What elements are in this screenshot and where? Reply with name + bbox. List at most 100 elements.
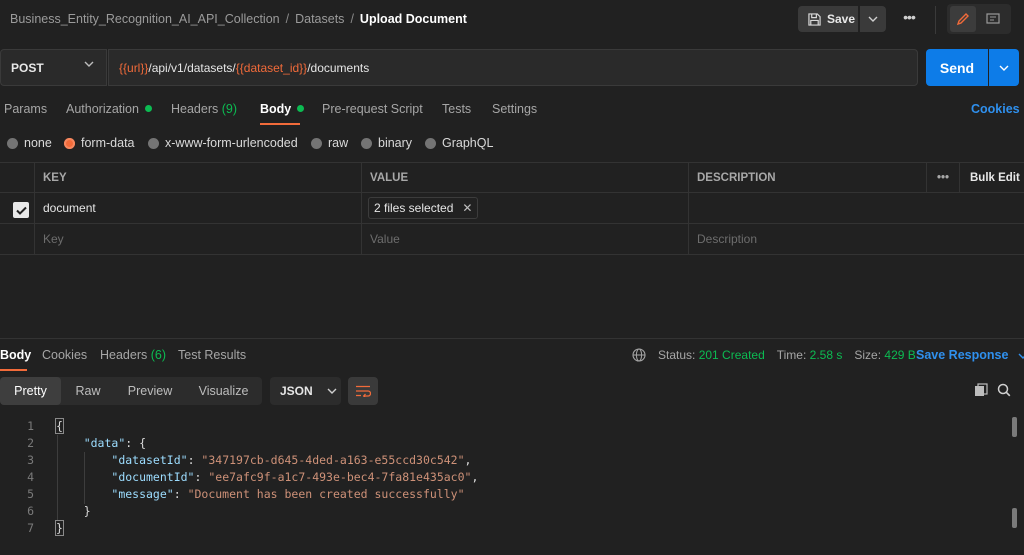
response-headers-count: (6) bbox=[150, 348, 167, 362]
tab-headers[interactable]: Headers (9) bbox=[171, 102, 237, 116]
selected-files-pill[interactable]: 2 files selected ✕ bbox=[368, 197, 479, 219]
key-cell[interactable]: document bbox=[34, 193, 361, 223]
url-input[interactable]: {{url}}/api/v1/datasets/{{dataset_id}}/d… bbox=[108, 49, 918, 86]
status-dot bbox=[144, 105, 152, 113]
wrap-lines-button[interactable] bbox=[348, 377, 378, 405]
breadcrumb: Business_Entity_Recognition_AI_API_Colle… bbox=[10, 12, 467, 26]
status-label: Status: bbox=[658, 348, 696, 362]
breadcrumb-collection[interactable]: Business_Entity_Recognition_AI_API_Colle… bbox=[10, 12, 280, 26]
radio-graphql[interactable]: GraphQL bbox=[425, 136, 493, 150]
format-preview-button[interactable]: Preview bbox=[115, 377, 185, 405]
description-placeholder[interactable]: Description bbox=[688, 224, 1024, 254]
status-badge[interactable]: 201 Created bbox=[699, 348, 765, 362]
save-response-button[interactable]: Save Response bbox=[916, 348, 1024, 362]
cookies-link[interactable]: Cookies bbox=[971, 102, 1020, 116]
more-options-icon[interactable]: ••• bbox=[898, 9, 920, 29]
scrollbar-thumb[interactable] bbox=[1012, 417, 1017, 437]
radio-dot bbox=[7, 137, 18, 149]
code-line: } bbox=[55, 520, 64, 536]
code-line: { bbox=[55, 418, 64, 434]
tab-tests[interactable]: Tests bbox=[442, 102, 471, 116]
breadcrumb-separator: / bbox=[350, 12, 354, 26]
tab-body[interactable]: Body bbox=[260, 102, 305, 116]
format-select-label: JSON bbox=[280, 384, 313, 398]
tab-authorization-label: Authorization bbox=[66, 102, 139, 116]
response-tab-body[interactable]: Body bbox=[0, 348, 31, 362]
response-time[interactable]: 2.58 s bbox=[810, 348, 843, 362]
method-select[interactable]: POST bbox=[0, 49, 107, 86]
line-number: 5 bbox=[27, 487, 34, 501]
tab-settings[interactable]: Settings bbox=[492, 102, 537, 116]
time-label: Time: bbox=[776, 348, 807, 362]
tab-authorization[interactable]: Authorization bbox=[66, 102, 152, 116]
value-cell[interactable]: 2 files selected ✕ bbox=[361, 193, 688, 223]
json-key: "data" bbox=[83, 436, 126, 450]
code-line: "documentId": "ee7afc9f-a1c7-493e-bec4-7… bbox=[111, 470, 479, 484]
json-string: "Document has been created successfully" bbox=[187, 487, 465, 501]
copy-icon[interactable] bbox=[974, 383, 988, 400]
format-visualize-button[interactable]: Visualize bbox=[185, 377, 262, 405]
radio-none[interactable]: none bbox=[7, 136, 52, 150]
line-number: 7 bbox=[27, 521, 34, 535]
url-variable: {{url}} bbox=[119, 60, 149, 75]
response-tab-headers[interactable]: Headers (6) bbox=[100, 348, 166, 362]
breadcrumb-current-request[interactable]: Upload Document bbox=[360, 12, 467, 26]
radio-binary[interactable]: binary bbox=[361, 136, 412, 150]
json-key: "documentId" bbox=[111, 470, 195, 484]
radio-label: binary bbox=[378, 136, 413, 150]
save-dropdown-button[interactable] bbox=[860, 6, 886, 32]
radio-x-www-form-urlencoded[interactable]: x-www-form-urlencoded bbox=[148, 136, 298, 150]
close-icon[interactable]: ✕ bbox=[462, 201, 472, 215]
code-line: "data": { bbox=[83, 436, 147, 450]
response-size[interactable]: 429 B bbox=[884, 348, 915, 362]
chevron-down-icon bbox=[1018, 353, 1024, 359]
row-checkbox[interactable] bbox=[13, 202, 29, 218]
radio-label: GraphQL bbox=[442, 136, 494, 150]
size-label: Size: bbox=[854, 348, 882, 362]
chevron-down-icon bbox=[84, 61, 94, 67]
chevron-down-icon bbox=[868, 16, 878, 22]
format-raw-button[interactable]: Raw bbox=[61, 377, 115, 405]
radio-dot bbox=[361, 137, 372, 149]
tab-params[interactable]: Params bbox=[4, 102, 47, 116]
radio-form-data[interactable]: form-data bbox=[64, 136, 135, 150]
line-number: 4 bbox=[27, 470, 34, 484]
response-tab-cookies[interactable]: Cookies bbox=[42, 348, 87, 362]
response-body-editor[interactable]: 1 2 3 4 5 6 7 { "data": { "datasetId": "… bbox=[0, 415, 1024, 555]
json-key: "message" bbox=[111, 487, 174, 501]
status-dot bbox=[297, 105, 305, 113]
radio-label: none bbox=[24, 136, 52, 150]
breadcrumb-folder[interactable]: Datasets bbox=[295, 12, 344, 26]
radio-label: form-data bbox=[81, 136, 135, 150]
line-number: 6 bbox=[27, 504, 34, 518]
json-string: "347197cb-d645-4ded-a163-e55ccd30c542" bbox=[201, 453, 465, 467]
search-icon[interactable] bbox=[997, 383, 1011, 400]
edit-mode-button[interactable] bbox=[950, 6, 976, 32]
comments-button[interactable] bbox=[980, 6, 1006, 32]
scrollbar-thumb[interactable] bbox=[1012, 508, 1017, 528]
wrap-lines-icon bbox=[356, 385, 371, 397]
code-line: "datasetId": "347197cb-d645-4ded-a163-e5… bbox=[111, 453, 472, 467]
send-button[interactable]: Send bbox=[926, 49, 988, 86]
pane-divider[interactable] bbox=[0, 338, 1024, 339]
key-placeholder[interactable]: Key bbox=[34, 224, 361, 254]
radio-raw[interactable]: raw bbox=[311, 136, 348, 150]
globe-icon[interactable] bbox=[632, 348, 646, 362]
more-options-icon[interactable]: ••• bbox=[926, 163, 959, 192]
method-label: POST bbox=[11, 60, 44, 75]
format-pretty-button[interactable]: Pretty bbox=[0, 377, 61, 405]
send-dropdown-button[interactable] bbox=[989, 49, 1019, 86]
pencil-icon bbox=[956, 13, 969, 26]
top-bar: Business_Entity_Recognition_AI_API_Colle… bbox=[0, 0, 1024, 40]
bulk-edit-button[interactable]: Bulk Edit bbox=[959, 163, 1024, 192]
response-tab-test-results[interactable]: Test Results bbox=[178, 348, 246, 362]
value-placeholder[interactable]: Value bbox=[361, 224, 688, 254]
column-header-key: KEY bbox=[34, 163, 361, 192]
selected-files-label: 2 files selected bbox=[374, 201, 454, 215]
headers-count: (9) bbox=[221, 102, 238, 116]
format-select[interactable]: JSON bbox=[270, 377, 341, 405]
radio-label: raw bbox=[328, 136, 349, 150]
save-button[interactable]: Save bbox=[798, 6, 858, 32]
description-cell[interactable] bbox=[688, 193, 1024, 223]
tab-pre-request-script[interactable]: Pre-request Script bbox=[322, 102, 423, 116]
